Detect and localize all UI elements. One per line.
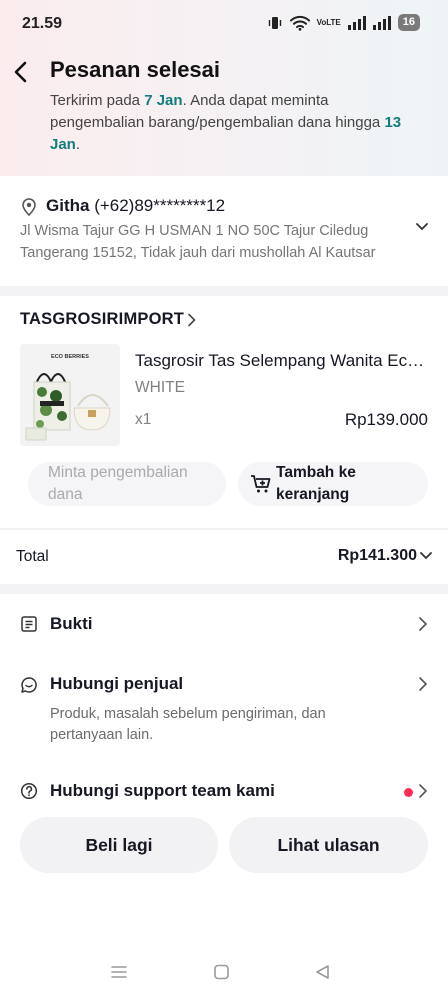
system-navigation-bar <box>0 950 448 1000</box>
shop-name: TASGROSIRIMPORT <box>20 310 185 328</box>
section-divider <box>0 584 448 594</box>
chevron-right-icon <box>418 676 428 697</box>
back-triangle-icon[interactable] <box>314 964 332 985</box>
header-area: 21.59 Vo LTE 16 Pesanan selesai Terkirim … <box>0 0 448 176</box>
menu-item-contact-support[interactable]: Hubungi support team kami <box>0 772 448 808</box>
product-variant: WHITE <box>135 379 185 396</box>
see-review-label: Lihat ulasan <box>277 834 380 855</box>
status-time: 21.59 <box>22 15 63 32</box>
chevron-down-icon <box>420 552 432 560</box>
menu-item-contact-seller[interactable]: Hubungi penjual Produk, masalah sebelum … <box>0 664 448 750</box>
location-pin-icon <box>22 198 36 221</box>
shop-link[interactable]: TASGROSIRIMPORT <box>20 310 197 329</box>
see-review-button[interactable]: Lihat ulasan <box>229 817 428 873</box>
signal-icon <box>347 15 366 30</box>
chevron-right-icon <box>188 313 196 326</box>
status-icons: Vo LTE 16 <box>267 14 420 31</box>
menu-item-label: Bukti <box>50 614 93 633</box>
chevron-right-icon <box>418 616 428 637</box>
help-icon <box>20 782 38 805</box>
buy-again-button[interactable]: Beli lagi <box>20 817 218 873</box>
menu-item-label: Hubungi penjual <box>50 674 184 693</box>
menu-item-evidence[interactable]: Bukti <box>0 604 448 644</box>
chat-icon <box>20 676 38 699</box>
wifi-icon <box>289 15 310 31</box>
product-image[interactable]: ECO BERRIES <box>20 344 120 446</box>
notification-dot <box>404 788 413 797</box>
menu-item-label: Hubungi support team kami <box>50 781 275 800</box>
thin-divider <box>0 528 448 530</box>
total-value: Rp141.300 <box>337 547 417 564</box>
battery-indicator: 16 <box>397 14 420 31</box>
recent-apps-icon[interactable] <box>110 964 128 985</box>
address-text: Jl Wisma Tajur GG H USMAN 1 NO 50C Tajur… <box>20 220 412 264</box>
vibrate-icon <box>267 15 283 31</box>
chevron-down-icon[interactable] <box>416 218 428 236</box>
total-amount[interactable]: Rp141.300 <box>338 547 432 565</box>
chevron-left-icon <box>14 61 27 83</box>
chevron-right-icon <box>418 783 428 804</box>
request-refund-button[interactable]: Minta pengembalian dana <box>28 462 226 506</box>
add-to-cart-button[interactable]: Tambah ke keranjang <box>238 462 428 506</box>
delivered-date: 7 Jan <box>144 92 183 109</box>
add-to-cart-icon <box>250 474 272 501</box>
order-status-description: Terkirim pada 7 Jan. Anda dapat meminta … <box>50 92 402 153</box>
section-divider <box>0 286 448 296</box>
product-price: Rp139.000 <box>344 410 428 429</box>
home-icon[interactable] <box>213 964 231 985</box>
buy-again-label: Beli lagi <box>85 834 153 855</box>
total-label: Total <box>16 548 49 565</box>
svg-text:ECO BERRIES: ECO BERRIES <box>51 354 89 360</box>
address-line-2: Tangerang 15152, Tidak jauh dari musholl… <box>20 245 376 261</box>
recipient-name: Githa <box>46 196 90 215</box>
product-name[interactable]: Tasgrosir Tas Selempang Wanita Eco Berri… <box>135 351 428 371</box>
receipt-icon <box>20 615 38 638</box>
page-title: Pesanan selesai <box>50 57 221 82</box>
address-line-1: Jl Wisma Tajur GG H USMAN 1 NO 50C Tajur… <box>20 223 369 239</box>
volte-icon: Vo LTE <box>316 17 341 27</box>
status-bar: 21.59 Vo LTE 16 <box>0 0 448 48</box>
signal-icon-2 <box>372 15 391 30</box>
request-refund-label: Minta pengembalian dana <box>48 464 188 503</box>
product-quantity: x1 <box>135 411 152 428</box>
add-to-cart-label: Tambah ke keranjang <box>276 464 356 503</box>
recipient-phone: (+62)89********12 <box>94 196 226 215</box>
menu-item-description: Produk, masalah sebelum pengiriman, dan … <box>50 706 326 743</box>
recipient: Githa (+62)89********12 <box>46 196 225 216</box>
back-button[interactable] <box>6 58 34 86</box>
